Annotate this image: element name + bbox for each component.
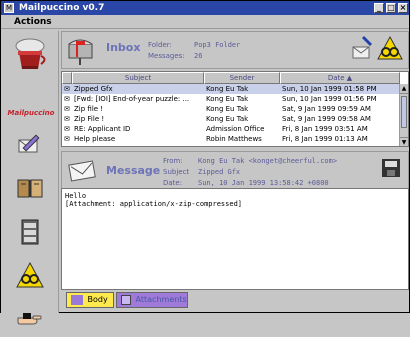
row-sender: Admission Office [206, 125, 265, 133]
coffee-cup-icon [15, 38, 46, 69]
message-body[interactable]: Hello [Attachment: application/x-zip-com… [61, 188, 409, 290]
maximize-button[interactable]: □ [386, 3, 396, 13]
attachments-tab-icon [121, 295, 131, 305]
subject-value: Zipped Gfx [198, 168, 241, 176]
table-row[interactable]: ✉ Help please Robin Matthews Fri, 8 Jan 199… [62, 134, 400, 144]
compose-pencil-icon [18, 134, 40, 153]
tab-attachments-label: Attachments [135, 295, 187, 304]
book-icon [17, 179, 43, 198]
messages-label: Messages: [148, 52, 185, 60]
preferences-button[interactable] [9, 257, 51, 295]
tab-attachments[interactable]: Attachments [116, 292, 188, 308]
message-icon: ✉ [64, 95, 70, 103]
messages-count: 26 [194, 52, 203, 60]
subject-label: Subject [163, 168, 190, 176]
row-subject: Zip file ! [74, 105, 104, 113]
table-row[interactable]: ✉ Zipped Gfx Kong Eu Tak Sun, 10 Jan 1999 0… [62, 84, 400, 94]
pointing-hand-icon [17, 313, 42, 325]
column-icon-header[interactable] [62, 72, 72, 84]
message-icon: ✉ [64, 135, 70, 143]
body-line: [Attachment: application/x-zip-compresse… [65, 200, 243, 208]
date-label: Date: [163, 179, 183, 187]
logo-text: Mailpuccino [7, 109, 55, 117]
row-subject: Zip File ! [74, 115, 105, 123]
message-list-scrollbar[interactable]: ▲ ▼ [399, 84, 408, 146]
column-subject-header[interactable]: Subject [72, 72, 204, 84]
column-date-header[interactable]: Date ▲ [280, 72, 400, 84]
row-date: Sun, 10 Jan 1999 01:58 PM [282, 85, 377, 93]
row-sender: Robin Matthews [206, 135, 262, 143]
scroll-down-arrow[interactable]: ▼ [400, 137, 408, 146]
close-button[interactable]: × [398, 3, 408, 13]
sort-ascending-icon: ▲ [346, 74, 353, 82]
row-date: Sun, 10 Jan 1999 01:56 PM [282, 95, 377, 103]
cabinet-button[interactable] [9, 213, 51, 251]
envelope-icon [68, 160, 96, 182]
message-icon: ✉ [64, 85, 70, 93]
save-disk-icon[interactable] [379, 156, 403, 180]
row-subject: Zipped Gfx [74, 85, 113, 93]
compose-button[interactable] [9, 125, 51, 163]
message-icon: ✉ [64, 115, 70, 123]
row-subject: RE: Applicant ID [74, 125, 131, 133]
body-line: Hello [65, 192, 87, 200]
body-tab-icon [71, 295, 83, 305]
app-icon: M [4, 3, 14, 13]
minimize-button[interactable]: _ [374, 3, 384, 13]
column-sender-header[interactable]: Sender [204, 72, 280, 84]
table-row[interactable]: ✉ Zip File ! Kong Eu Tak Sat, 9 Jan 1999 09… [62, 114, 400, 124]
row-sender: Kong Eu Tak [206, 85, 249, 93]
from-label: From: [163, 157, 183, 165]
filing-cabinet-icon [21, 219, 39, 245]
inbox-header: Inbox Folder: Pop3 Folder Messages: 26 [61, 31, 409, 69]
check-mail-icon[interactable] [348, 35, 376, 63]
table-row[interactable]: ✉ [Fwd: [IOI] End-of-year puzzle: ... Kong… [62, 94, 400, 104]
row-subject: [Fwd: [IOI] End-of-year puzzle: ... [74, 95, 190, 103]
application-window: M Mailpuccino v0.7 _ □ × Actions Mailpuc… [0, 0, 410, 325]
row-sender: Kong Eu Tak [206, 115, 249, 123]
triangle-infinity-icon [16, 261, 44, 288]
scroll-up-arrow[interactable]: ▲ [400, 84, 408, 94]
table-row[interactable]: ✉ RE: Applicant ID Admission Office Fri, 8 … [62, 124, 400, 134]
address-book-button[interactable] [9, 169, 51, 207]
message-icon: ✉ [64, 125, 70, 133]
inbox-title: Inbox [106, 41, 141, 54]
sidebar: Mailpuccino [1, 31, 59, 325]
table-row[interactable]: ✉ Zip file ! Kong Eu Tak Sat, 9 Jan 1999 09… [62, 104, 400, 114]
mailpuccino-logo [9, 37, 51, 75]
date-value: Sun, 10 Jan 1999 13:58:42 +0800 [198, 179, 329, 187]
row-date: Fri, 8 Jan 1999 03:51 AM [282, 125, 368, 133]
tab-body-label: Body [87, 295, 108, 304]
filter-icon[interactable] [376, 35, 404, 63]
scroll-thumb[interactable] [401, 96, 407, 128]
tab-body[interactable]: Body [66, 292, 114, 308]
row-date: Sat, 9 Jan 1999 09:59 AM [282, 105, 371, 113]
message-header: Message From: Kong Eu Tak <konget@cheerf… [61, 151, 409, 189]
menu-actions[interactable]: Actions [14, 16, 52, 28]
message-tabs: Body Attachments [61, 292, 409, 310]
pointer-button[interactable] [9, 299, 51, 337]
menu-bar: Actions [1, 15, 409, 29]
window-title: Mailpuccino v0.7 [19, 3, 105, 13]
mailbox-icon [68, 39, 93, 65]
folder-value: Pop3 Folder [194, 41, 241, 49]
row-date: Fri, 8 Jan 1999 01:13 AM [282, 135, 368, 143]
message-title: Message [106, 164, 161, 177]
row-date: Sat, 9 Jan 1999 09:58 AM [282, 115, 371, 123]
row-sender: Kong Eu Tak [206, 105, 249, 113]
message-icon: ✉ [64, 105, 70, 113]
row-subject: Help please [74, 135, 116, 143]
folder-label: Folder: [148, 41, 172, 49]
message-list-table: Subject Sender Date ▲ ✉ Zipped Gfx Kong Eu… [61, 71, 409, 147]
row-sender: Kong Eu Tak [206, 95, 249, 103]
date-header-label: Date [327, 74, 345, 82]
title-bar: M Mailpuccino v0.7 _ □ × [1, 1, 409, 15]
from-value: Kong Eu Tak <konget@cheerful.com> [198, 157, 338, 165]
